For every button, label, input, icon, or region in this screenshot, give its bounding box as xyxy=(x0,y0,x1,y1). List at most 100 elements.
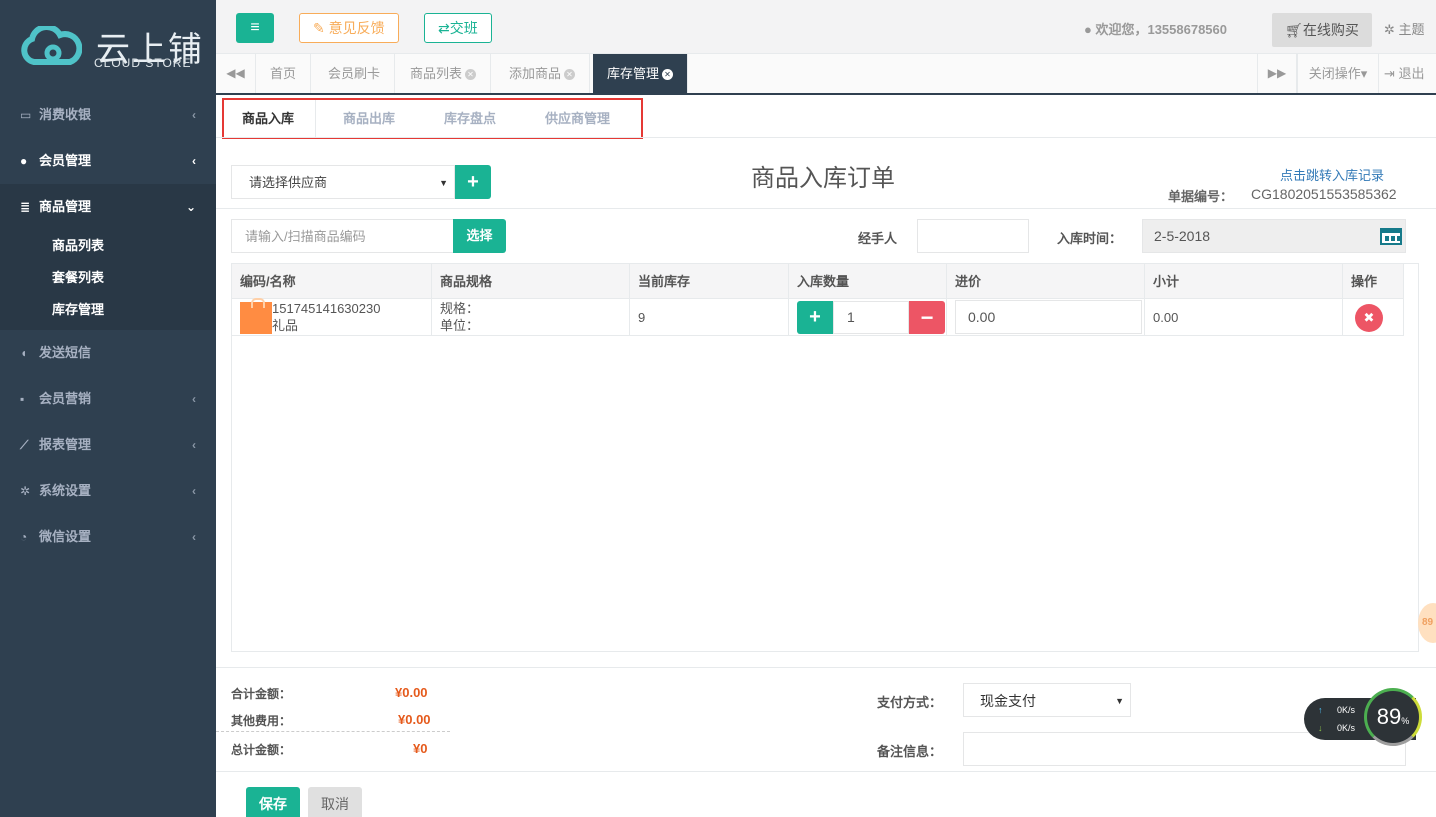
cell-subtotal: 0.00 xyxy=(1145,299,1343,336)
column-header: 商品规格 xyxy=(432,264,630,299)
plus-icon: + xyxy=(809,306,821,328)
sidebar-item-sms[interactable]: ◖ 发送短信 xyxy=(0,330,216,376)
delete-row-button[interactable]: ✖ xyxy=(1355,304,1383,332)
menu-toggle-button[interactable]: ≡ xyxy=(236,13,274,43)
remark-label: 备注信息： xyxy=(877,744,943,759)
tab-inventory[interactable]: 库存管理 ✕ xyxy=(593,54,689,93)
tab-add-product[interactable]: 添加商品 ✕ xyxy=(495,54,591,93)
sidebar-item-members[interactable]: ● 会员管理 ‹ xyxy=(0,138,216,184)
column-header: 进价 xyxy=(947,264,1145,299)
tab-member-card[interactable]: 会员刷卡 xyxy=(314,54,396,93)
floating-badge[interactable]: 89 xyxy=(1418,603,1436,643)
memory-gauge[interactable]: 89% xyxy=(1364,688,1422,746)
shift-button[interactable]: ⇄交班 xyxy=(424,13,492,43)
payment-method-select[interactable]: 现金支付 ▼ xyxy=(963,683,1131,717)
user-icon: ● xyxy=(20,154,28,168)
chevron-down-icon: ⌄ xyxy=(185,200,196,214)
stock-in-time-label: 入库时间： xyxy=(1057,231,1123,246)
product-code-input[interactable] xyxy=(231,219,454,253)
tab-home[interactable]: 首页 xyxy=(256,54,312,93)
other-fees-value[interactable]: ¥0.00 xyxy=(398,712,431,727)
close-icon[interactable]: ✕ xyxy=(465,69,477,80)
logo[interactable]: 云上铺 CLOUD STORE xyxy=(0,0,216,92)
close-icon[interactable]: ✕ xyxy=(662,69,674,80)
upload-speed: ↑ 0K/s xyxy=(1318,705,1356,715)
tabs-scroll-left-button[interactable]: ◀◀ xyxy=(216,54,256,93)
supplier-select[interactable]: 请选择供应商 ▼ xyxy=(231,165,455,199)
page-title: 商品入库订单 xyxy=(751,164,895,192)
increase-quantity-button[interactable]: + xyxy=(797,301,833,334)
arrow-down-icon: ↓ xyxy=(1318,723,1323,733)
inventory-subtabs: 商品入库 商品出库 库存盘点 供应商管理 xyxy=(222,98,643,139)
spec-label: 规格： xyxy=(440,301,480,316)
theme-button[interactable]: ✲ 主题 xyxy=(1384,19,1425,38)
submenu-item-inventory[interactable]: 库存管理 xyxy=(0,294,216,326)
divider xyxy=(216,137,1436,138)
choose-product-button[interactable]: 选择 xyxy=(453,219,506,253)
sidebar-item-products[interactable]: ≣ 商品管理 ⌄ xyxy=(0,184,216,230)
submenu-item-product-list[interactable]: 商品列表 xyxy=(0,230,216,262)
cell-stock: 9 xyxy=(630,299,789,336)
gear-icon: ✲ xyxy=(1384,22,1399,37)
price-input[interactable]: 0.00 xyxy=(955,300,1142,334)
sidebar-item-checkout[interactable]: ▭ 消费收银 ‹ xyxy=(0,92,216,138)
stock-in-records-link[interactable]: 点击跳转入库记录 xyxy=(1280,165,1384,184)
calendar-icon[interactable] xyxy=(1380,228,1402,245)
save-button[interactable]: 保存 xyxy=(246,787,300,817)
user-icon: ● xyxy=(1084,22,1096,37)
line-chart-icon: ⟋ xyxy=(20,438,29,452)
product-image xyxy=(240,298,272,334)
cloud-logo-icon xyxy=(21,26,82,65)
close-operations-dropdown[interactable]: 关闭操作▾ xyxy=(1297,54,1379,93)
payment-method-label: 支付方式： xyxy=(877,695,943,710)
chevron-left-icon: ‹ xyxy=(192,530,196,544)
logo-subtitle: CLOUD STORE xyxy=(94,56,192,70)
caret-down-icon: ▼ xyxy=(1115,696,1124,706)
stock-in-date-field[interactable]: 2-5-2018 xyxy=(1142,219,1406,253)
tab-product-list[interactable]: 商品列表 ✕ xyxy=(396,54,492,93)
sidebar-item-settings[interactable]: ✲ 系统设置 ‹ xyxy=(0,468,216,514)
sign-out-icon: ⇥ xyxy=(1384,66,1399,81)
divider xyxy=(216,667,1436,668)
sidebar-item-marketing[interactable]: ▪ 会员营销 ‹ xyxy=(0,376,216,422)
logout-button[interactable]: ⇥ 退出 xyxy=(1384,54,1425,93)
divider xyxy=(216,771,1436,772)
divider xyxy=(216,731,450,732)
close-icon: ✖ xyxy=(1363,310,1375,325)
feedback-button[interactable]: ✎ 意见反馈 xyxy=(299,13,399,43)
product-name: 礼品 xyxy=(272,318,299,333)
chevron-left-icon: ‹ xyxy=(192,484,196,498)
welcome-text: ● 欢迎您，13558678560 xyxy=(1084,22,1227,37)
cart-icon: 🛒︎ xyxy=(1285,22,1303,38)
edit-icon: ✎ xyxy=(313,20,329,36)
decrease-quantity-button[interactable]: − xyxy=(909,301,945,334)
subtab-stocktake[interactable]: 库存盘点 xyxy=(444,100,496,137)
close-icon[interactable]: ✕ xyxy=(564,69,576,80)
chevron-left-icon: ‹ xyxy=(192,392,196,406)
total-amount-value: ¥0.00 xyxy=(395,685,428,700)
handler-input[interactable] xyxy=(917,219,1029,253)
sidebar-item-wechat[interactable]: ◔ 微信设置 ‹ xyxy=(0,514,216,560)
plus-icon: + xyxy=(467,171,479,193)
briefcase-icon: ▪ xyxy=(20,392,25,406)
divider xyxy=(315,100,316,137)
exchange-icon: ⇄ xyxy=(438,20,450,36)
products-submenu: 商品列表 套餐列表 库存管理 xyxy=(0,230,216,330)
subtab-suppliers[interactable]: 供应商管理 xyxy=(545,100,610,137)
submenu-item-package-list[interactable]: 套餐列表 xyxy=(0,262,216,294)
subtab-stock-in[interactable]: 商品入库 xyxy=(242,100,294,137)
minus-icon: − xyxy=(920,305,934,330)
sidebar-item-reports[interactable]: ⟋ 报表管理 ‹ xyxy=(0,422,216,468)
cancel-button[interactable]: 取消 xyxy=(308,787,362,817)
cell-price: 0.00 xyxy=(947,299,1145,336)
quantity-input[interactable]: 1 xyxy=(833,301,909,334)
caret-down-icon: ▼ xyxy=(439,178,448,188)
chevron-left-icon: ‹ xyxy=(192,154,196,168)
subtab-stock-out[interactable]: 商品出库 xyxy=(343,100,395,137)
column-header: 编码/名称 xyxy=(232,264,432,299)
buy-online-button[interactable]: 🛒︎在线购买 xyxy=(1272,13,1372,47)
tabs-scroll-right-button[interactable]: ▶▶ xyxy=(1257,54,1297,93)
cell-product: 151745141630230 礼品 xyxy=(232,298,432,336)
add-supplier-button[interactable]: + xyxy=(455,165,491,199)
download-speed: ↓ 0K/s xyxy=(1318,723,1356,733)
